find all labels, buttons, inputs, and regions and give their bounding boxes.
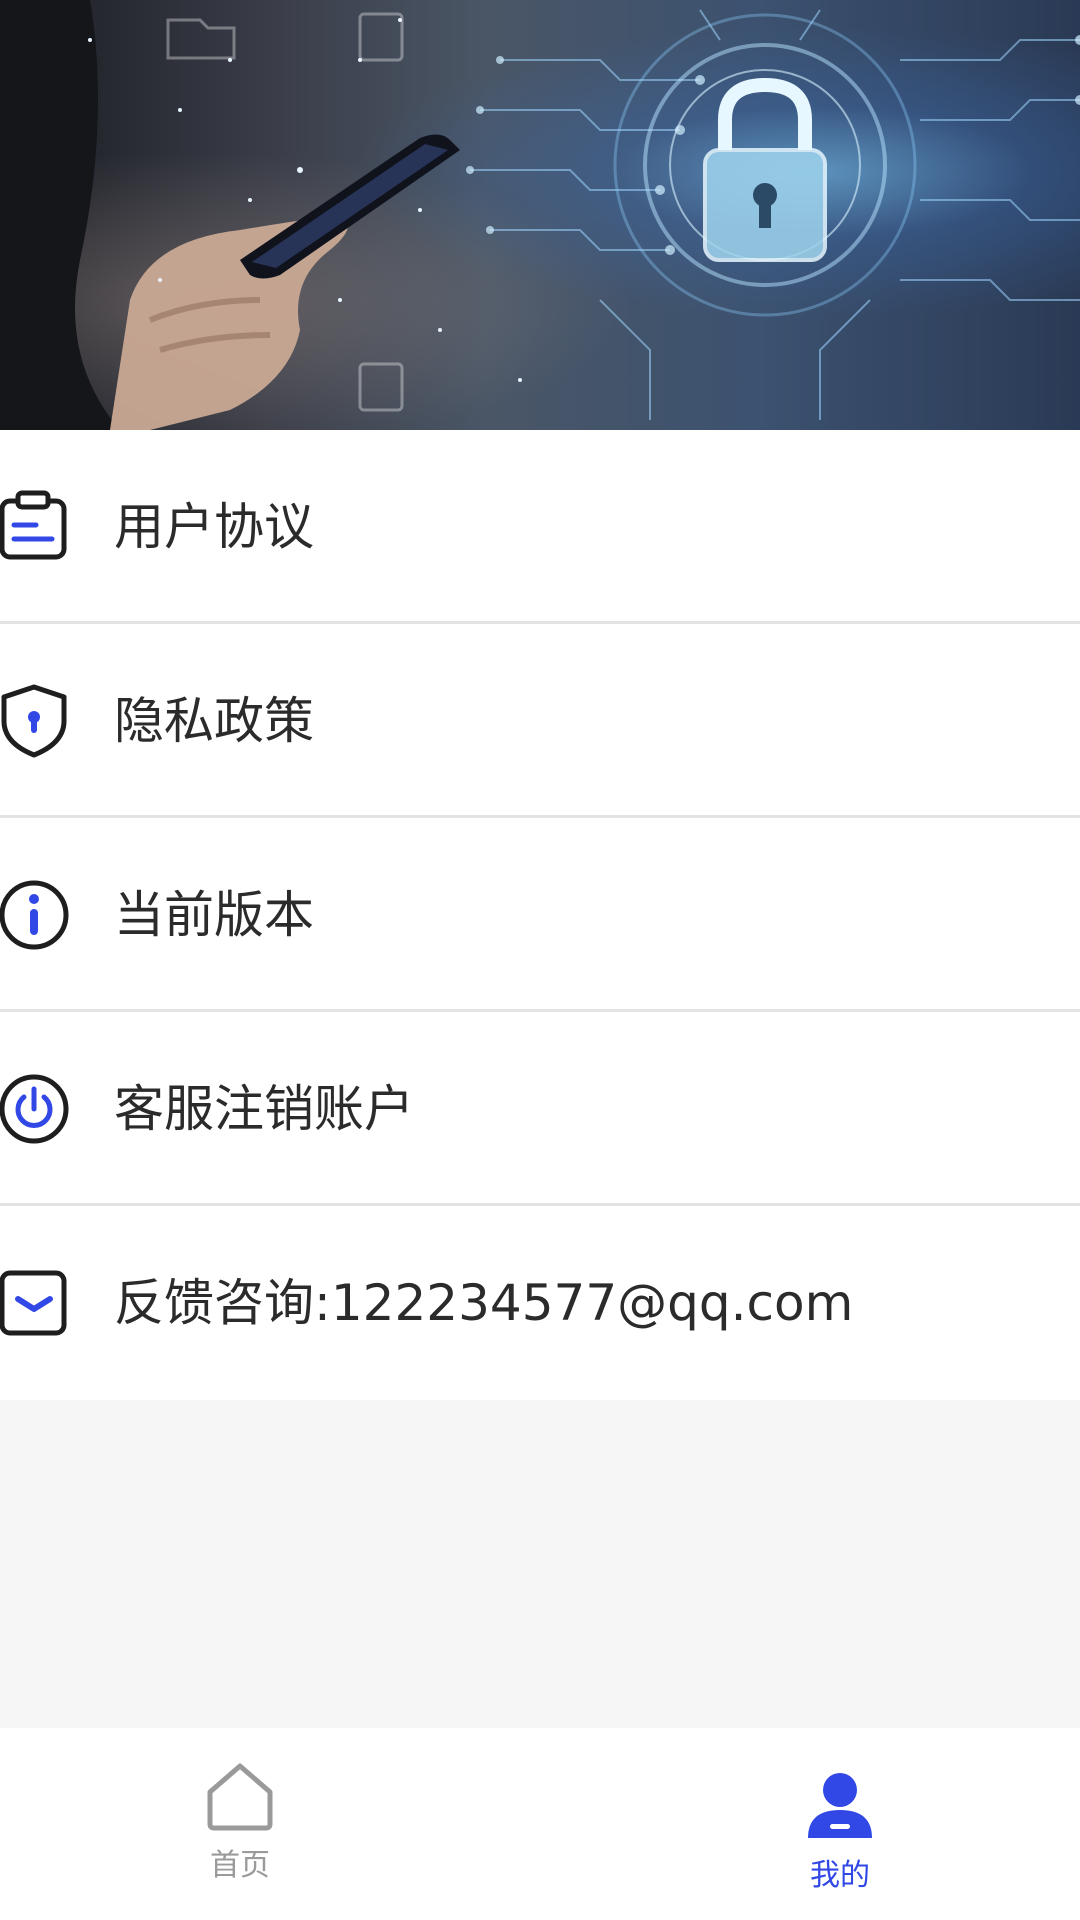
tab-mine-label: 我的 — [810, 1858, 870, 1893]
settings-menu: 用户协议 隐私政策 当前版本 客服注销账户 反馈咨询:122234577@qq.… — [0, 430, 1080, 1400]
home-icon — [207, 1763, 273, 1831]
hero-banner — [0, 0, 1080, 430]
info-icon — [0, 880, 69, 950]
bottom-tab-bar: 首页 我的 — [0, 1728, 1080, 1920]
menu-item-label: 隐私政策 — [114, 692, 314, 750]
tab-mine[interactable]: 我的 — [690, 1728, 990, 1920]
mail-icon — [0, 1270, 67, 1336]
menu-item-cancel-account[interactable]: 客服注销账户 — [0, 1012, 1080, 1206]
menu-item-label: 反馈咨询:122234577@qq.com — [114, 1274, 854, 1332]
menu-item-label: 客服注销账户 — [114, 1080, 414, 1138]
shield-icon — [1, 684, 67, 758]
power-icon — [0, 1074, 69, 1144]
clipboard-icon — [0, 490, 67, 560]
menu-item-label: 用户协议 — [114, 498, 314, 556]
tab-home-label: 首页 — [210, 1848, 270, 1883]
security-lock-illustration — [0, 0, 1080, 430]
menu-item-label: 当前版本 — [114, 886, 314, 944]
menu-item-feedback[interactable]: 反馈咨询:122234577@qq.com — [0, 1206, 1080, 1400]
user-icon — [808, 1773, 872, 1838]
menu-item-user-agreement[interactable]: 用户协议 — [0, 430, 1080, 624]
menu-item-privacy-policy[interactable]: 隐私政策 — [0, 624, 1080, 818]
menu-item-current-version[interactable]: 当前版本 — [0, 818, 1080, 1012]
tab-home[interactable]: 首页 — [90, 1728, 390, 1920]
